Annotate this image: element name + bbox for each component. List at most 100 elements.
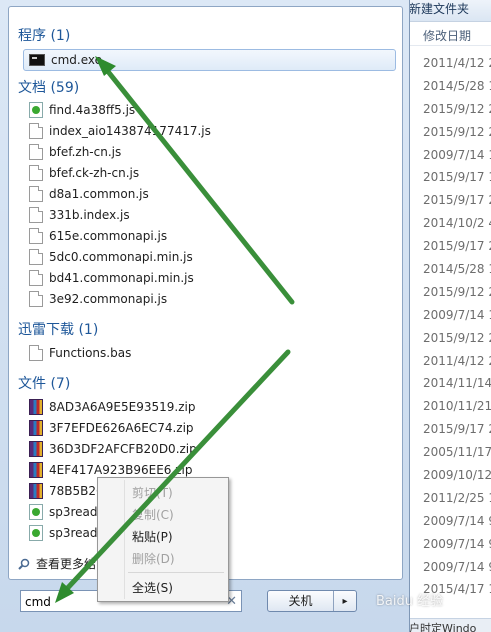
document-file-icon [29,228,43,244]
result-label: 615e.commonapi.js [49,229,168,243]
date-cell: 2015/9/12 2 [423,330,491,345]
explorer-window: 新建文件夹 修改日期 2011/4/12 2 2014/5/28 1 2015/… [400,0,491,632]
result-file[interactable]: sp3read [29,502,98,522]
date-cell: 2015/9/17 1 [423,170,491,185]
menu-separator [128,572,224,573]
date-cell: 2009/7/14 9 [423,513,491,528]
date-cell: 2015/9/12 2 [423,284,491,299]
result-document[interactable]: d8a1.common.js [29,184,149,204]
archive-icon [29,462,43,478]
date-cell: 2011/4/12 2 [423,353,491,368]
watermark: Baidu 经验 [376,594,444,609]
date-cell: 2015/9/17 2 [423,239,491,254]
result-label: 8AD3A6A9E5E93519.zip [49,400,196,414]
result-label: bfef.zh-cn.js [49,145,122,159]
document-file-icon [29,291,43,307]
see-more-label: 查看更多结 [36,557,97,571]
result-label-tail: 74177417.js [136,124,211,138]
result-document[interactable]: bd41.commonapi.min.js [29,268,194,288]
result-label: 78B5B26 [49,484,104,498]
date-cell: 2010/11/21 [423,399,491,414]
date-cell: 2009/7/14 1 [423,147,491,162]
result-file[interactable]: 8AD3A6A9E5E93519.zip [29,397,195,417]
archive-icon [29,483,43,499]
result-cmd-exe[interactable]: cmd.exe [23,49,396,71]
result-file[interactable]: 3F7EFDE626A6EC74.zip [29,418,194,438]
document-file-icon [29,123,43,139]
date-cell: 2009/7/14 1 [423,307,491,322]
cmd-icon [29,54,45,66]
date-cell: 2009/7/14 9 [423,559,491,574]
date-cell: 2011/4/12 2 [423,56,491,70]
result-label: 331b.index.js [49,208,130,222]
menu-item-cut[interactable]: 剪切(T) [132,484,173,501]
date-cell: 2015/9/17 2 [423,193,491,208]
menu-item-select-all[interactable]: 全选(S) [132,579,173,596]
script-file-icon [29,525,43,541]
archive-icon [29,399,43,415]
result-document[interactable]: 331b.index.js [29,205,130,225]
explorer-date-list: 2011/4/12 2 2014/5/28 1 2015/9/12 2 2015… [401,46,491,601]
date-cell: 2009/7/14 9 [423,536,491,551]
date-cell: 2015/9/17 2 [423,422,491,437]
result-label-tail: .js [121,103,136,117]
date-cell: 2014/5/28 1 [423,78,491,93]
date-cell: 2015/9/12 2 [423,124,491,139]
result-label: 4EF417A923B96EE6.zip [49,463,193,477]
document-file-icon [29,249,43,265]
document-file-icon [29,207,43,223]
result-label: bfef.ck-zh-cn.js [49,166,140,180]
shutdown-button[interactable]: 关机 [268,591,334,611]
result-document[interactable]: find.4a38ff5 .js [29,100,135,120]
document-file-icon [29,186,43,202]
menu-item-paste[interactable]: 粘贴(P) [132,528,173,545]
column-header-modified-date[interactable]: 修改日期 [401,22,491,46]
result-label: cmd.exe [51,53,103,67]
group-header-files[interactable]: 文件 (7) [18,373,70,393]
date-cell: 2005/11/17 [423,445,491,460]
result-document[interactable]: 3e92.commonapi.js [29,289,167,309]
result-file[interactable]: 78B5B26 [29,481,104,501]
result-file[interactable]: 36D3DF2AFCFB20D0.zip [29,439,197,459]
document-file-icon [29,270,43,286]
date-cell: 2009/10/12 [423,468,491,483]
archive-icon [29,441,43,457]
result-label: sp3read [49,505,98,519]
result-thunder-file[interactable]: Functions.bas [29,343,131,363]
search-icon [18,558,30,570]
result-label: 36D3DF2AFCFB20D0.zip [49,442,197,456]
archive-icon [29,420,43,436]
date-cell: 2014/5/28 1 [423,262,491,277]
explorer-title: 新建文件夹 [401,0,491,22]
menu-item-copy[interactable]: 复制(C) [132,506,174,523]
result-label: index_aio1438 [49,124,137,138]
document-file-icon [29,345,43,361]
shutdown-button-group: 关机 ▸ [267,590,357,612]
result-document[interactable]: bfef.ck-zh-cn.js [29,163,139,183]
result-label: bd41.commonapi.min.js [49,271,194,285]
result-document[interactable]: index_aio1438 74177417.js [29,121,211,141]
result-document[interactable]: 5dc0.commonapi.min.js [29,247,193,267]
chevron-right-icon: ▸ [342,595,348,607]
date-cell: 2011/2/25 1 [423,490,491,505]
group-header-documents[interactable]: 文档 (59) [18,77,79,97]
result-document[interactable]: bfef.zh-cn.js [29,142,121,162]
result-label: d8a1.common.js [49,187,149,201]
see-more-results-link[interactable]: 查看更多结 [18,555,96,572]
group-header-programs[interactable]: 程序 (1) [18,25,70,45]
result-label: 5dc0.commonapi.min.js [49,250,193,264]
group-header-thunder-downloads[interactable]: 迅雷下载 (1) [18,319,98,339]
context-menu: 剪切(T) 复制(C) 粘贴(P) 删除(D) 全选(S) [97,477,229,602]
result-document[interactable]: 615e.commonapi.js [29,226,167,246]
script-file-icon [29,102,43,118]
document-file-icon [29,165,43,181]
menu-item-delete[interactable]: 删除(D) [132,550,175,567]
result-file[interactable]: sp3read [29,523,98,543]
explorer-status-fragment: 户时定Windo [401,618,491,632]
result-label: find.4a38ff5 [49,103,122,117]
result-label: Functions.bas [49,346,132,360]
date-cell: 2015/9/12 2 [423,101,491,116]
shutdown-options-button[interactable]: ▸ [334,591,356,611]
script-file-icon [29,504,43,520]
result-label: 3F7EFDE626A6EC74.zip [49,421,194,435]
